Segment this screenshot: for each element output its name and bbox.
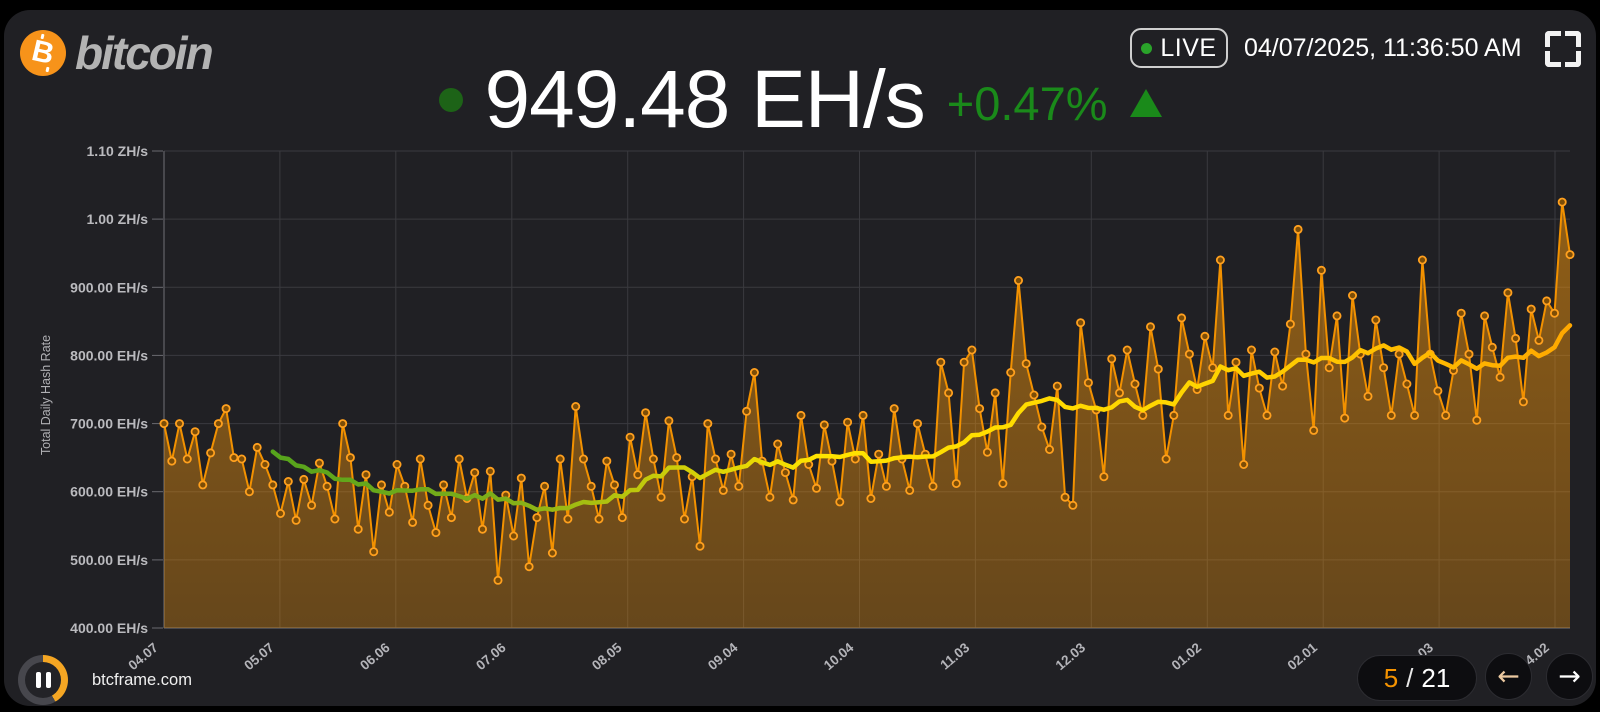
left-arrow-icon: ← xyxy=(1497,661,1520,692)
svg-text:05.07: 05.07 xyxy=(241,640,277,673)
svg-text:1.10 ZH/s: 1.10 ZH/s xyxy=(87,143,149,159)
svg-text:08.05: 08.05 xyxy=(589,640,625,674)
svg-text:500.00 EH/s: 500.00 EH/s xyxy=(70,552,148,568)
pause-button[interactable] xyxy=(18,655,68,705)
page-current: 5 xyxy=(1384,663,1398,694)
svg-text:07.06: 07.06 xyxy=(473,640,509,674)
pause-icon xyxy=(25,662,61,698)
svg-text:900.00 EH/s: 900.00 EH/s xyxy=(70,279,148,295)
svg-text:11.03: 11.03 xyxy=(937,639,972,672)
svg-text:12.03: 12.03 xyxy=(1053,640,1089,674)
svg-text:02.01: 02.01 xyxy=(1285,640,1321,674)
page-total: 21 xyxy=(1421,663,1450,694)
svg-text:400.00 EH/s: 400.00 EH/s xyxy=(70,620,148,636)
svg-text:1.00 ZH/s: 1.00 ZH/s xyxy=(87,211,149,227)
svg-text:600.00 EH/s: 600.00 EH/s xyxy=(70,484,148,500)
svg-text:700.00 EH/s: 700.00 EH/s xyxy=(70,416,148,432)
svg-text:800.00 EH/s: 800.00 EH/s xyxy=(70,347,148,363)
svg-text:10.04: 10.04 xyxy=(821,640,857,674)
svg-text:09.04: 09.04 xyxy=(705,640,741,674)
page-indicator[interactable]: 5 / 21 xyxy=(1357,655,1477,701)
site-label: btcframe.com xyxy=(92,655,192,705)
dashboard-panel: B bitcoin LIVE 04/07/2025, 11:36:50 AM 9… xyxy=(4,10,1596,706)
right-arrow-icon: → xyxy=(1558,661,1581,692)
prev-button[interactable]: ← xyxy=(1485,653,1532,700)
page-separator: / xyxy=(1406,663,1413,694)
next-button[interactable]: → xyxy=(1546,653,1593,700)
y-axis-title: Total Daily Hash Rate xyxy=(39,295,53,495)
hashrate-chart: 1.10 ZH/s 1.00 ZH/s 900.00 EH/s 800.00 EH/s… xyxy=(4,10,1596,706)
svg-text:06.06: 06.06 xyxy=(357,640,393,674)
svg-text:01.02: 01.02 xyxy=(1169,640,1205,673)
